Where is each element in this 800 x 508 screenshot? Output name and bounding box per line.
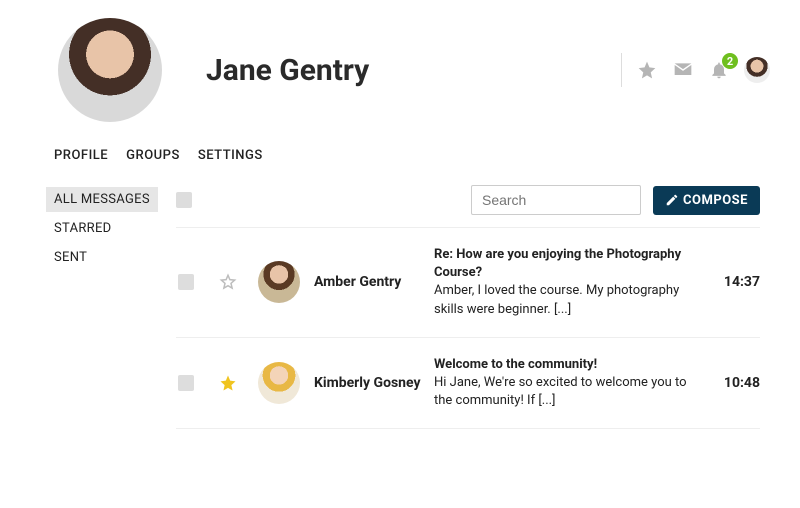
tab-profile[interactable]: PROFILE — [54, 148, 108, 163]
message-star-toggle[interactable] — [212, 273, 244, 291]
mail-icon[interactable] — [672, 59, 694, 81]
message-row[interactable]: Kimberly Gosney Welcome to the community… — [176, 338, 760, 430]
sender-name: Kimberly Gosney — [314, 375, 434, 391]
compose-button[interactable]: COMPOSE — [653, 186, 760, 215]
profile-tabs: PROFILE GROUPS SETTINGS — [0, 130, 800, 173]
content: ALL MESSAGES STARRED SENT COMPOSE Amber … — [0, 173, 800, 429]
sender-name: Amber Gentry — [314, 274, 434, 290]
folder-all-messages[interactable]: ALL MESSAGES — [46, 187, 158, 212]
star-icon[interactable] — [636, 59, 658, 81]
compose-icon — [665, 193, 679, 207]
user-avatar-small[interactable] — [744, 57, 770, 83]
sender-avatar — [258, 261, 300, 303]
bell-icon[interactable]: 2 — [708, 59, 730, 81]
message-time: 10:48 — [712, 375, 760, 391]
search-input[interactable] — [482, 192, 663, 208]
message-time: 14:37 — [712, 274, 760, 290]
header-actions: 2 — [621, 53, 770, 87]
notification-badge: 2 — [722, 53, 738, 69]
header: Jane Gentry 2 — [0, 0, 800, 130]
message-star-toggle[interactable] — [212, 374, 244, 392]
profile-name: Jane Gentry — [206, 53, 369, 88]
folder-starred[interactable]: STARRED — [46, 216, 176, 241]
select-all-checkbox[interactable] — [176, 192, 192, 208]
messages-panel: COMPOSE Amber Gentry Re: How are you enj… — [176, 173, 800, 429]
message-subject: Re: How are you enjoying the Photography… — [434, 247, 681, 280]
search-box[interactable] — [471, 185, 641, 215]
message-checkbox[interactable] — [178, 274, 194, 290]
message-row[interactable]: Amber Gentry Re: How are you enjoying th… — [176, 228, 760, 338]
tab-settings[interactable]: SETTINGS — [198, 148, 263, 163]
folder-sent[interactable]: SENT — [46, 245, 176, 270]
message-body: Re: How are you enjoying the Photography… — [434, 246, 712, 319]
messages-toolbar: COMPOSE — [176, 173, 760, 228]
star-filled-icon — [219, 374, 237, 392]
compose-label: COMPOSE — [683, 193, 748, 208]
message-subject: Welcome to the community! — [434, 357, 597, 372]
tab-groups[interactable]: GROUPS — [126, 148, 180, 163]
message-preview: Hi Jane, We're so excited to welcome you… — [434, 375, 687, 408]
star-outline-icon — [219, 273, 237, 291]
sender-avatar — [258, 362, 300, 404]
profile-avatar[interactable] — [58, 18, 162, 122]
folders-sidebar: ALL MESSAGES STARRED SENT — [46, 173, 176, 429]
message-body: Welcome to the community! Hi Jane, We're… — [434, 356, 712, 411]
message-checkbox[interactable] — [178, 375, 194, 391]
message-preview: Amber, I loved the course. My photograph… — [434, 283, 679, 316]
